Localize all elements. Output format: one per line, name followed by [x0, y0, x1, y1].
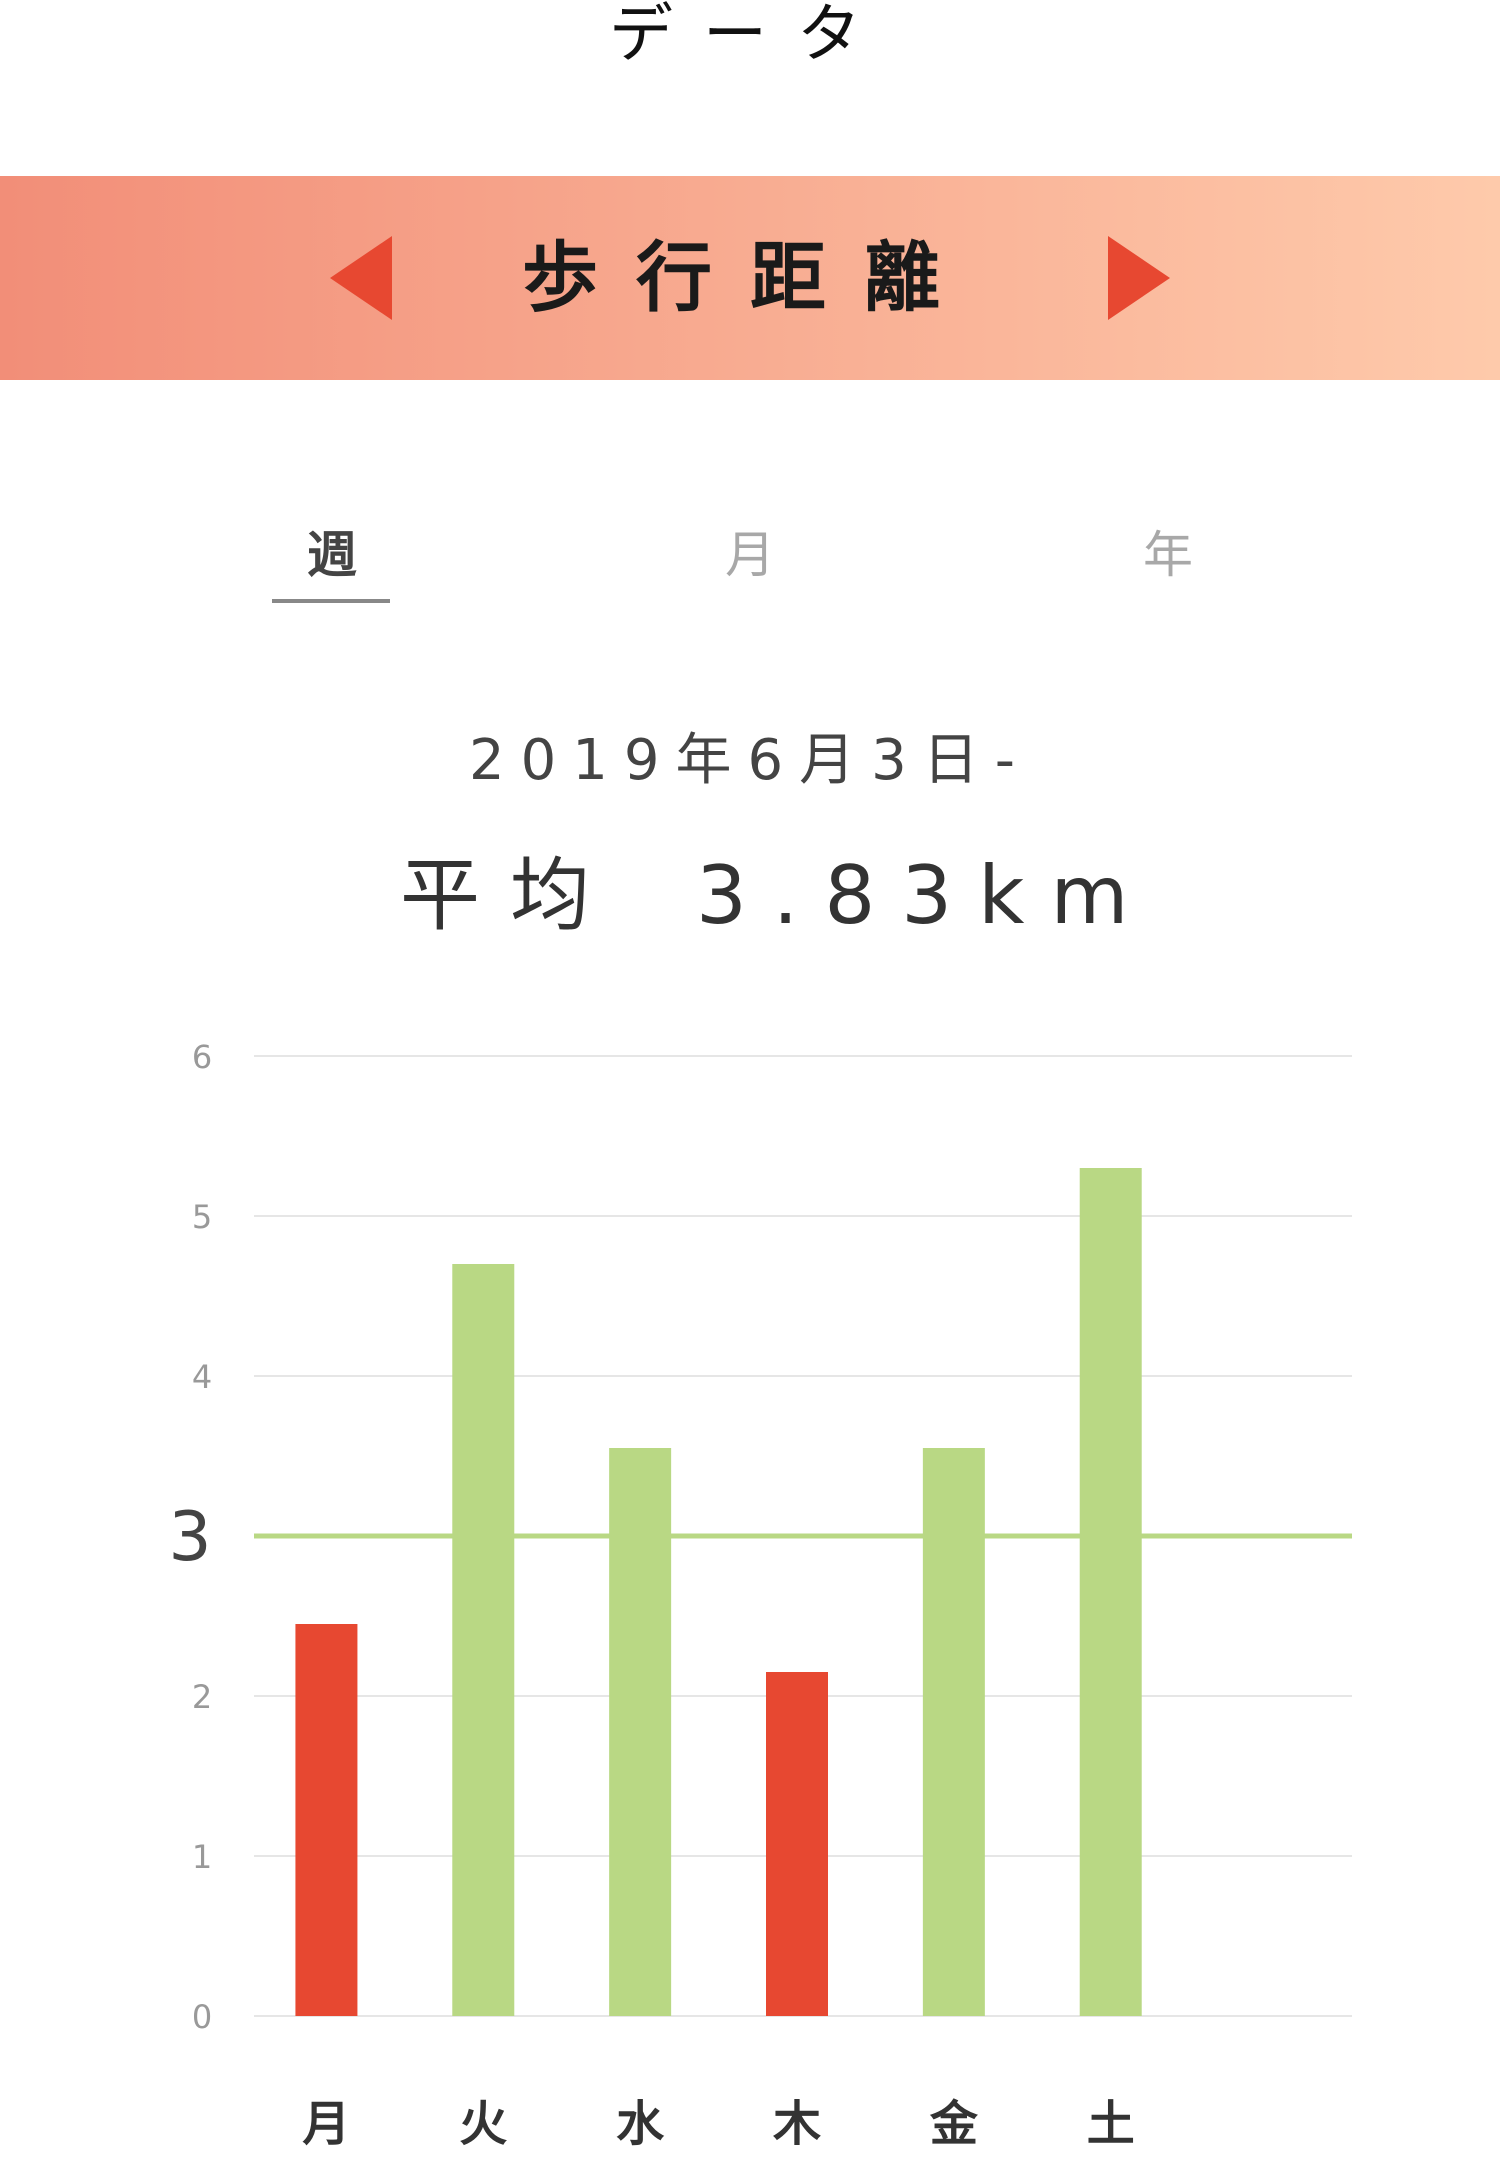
y-tick-label: 5	[192, 1198, 212, 1236]
bar	[452, 1264, 515, 2016]
average-value: 3.83km	[696, 849, 1155, 942]
x-tick-label: 火	[459, 2096, 507, 2152]
x-tick-label: 金	[929, 2096, 979, 2152]
triangle-right-icon[interactable]	[1108, 236, 1170, 320]
x-tick-label: 月	[302, 2096, 350, 2152]
bar	[295, 1624, 358, 2016]
y-tick-label: 6	[192, 1038, 212, 1076]
y-tick-label: 0	[192, 1998, 212, 2036]
tab-year[interactable]: 年	[1068, 520, 1268, 590]
bar	[1079, 1168, 1142, 2016]
tab-week[interactable]: 週	[232, 520, 432, 590]
bar	[766, 1672, 828, 2016]
weekly-distance-bar-chart: 0 1 2 4 5 6 月 火 水 木 金 土 3	[168, 1038, 1352, 2152]
bar	[609, 1448, 672, 2016]
y-tick-label: 1	[192, 1838, 212, 1876]
y-tick-label: 4	[192, 1358, 212, 1396]
threshold-label: 3	[168, 1498, 211, 1577]
x-tick-label: 水	[616, 2096, 665, 2152]
average-label: 平均	[400, 849, 620, 942]
y-tick-label: 2	[192, 1678, 212, 1716]
triangle-left-icon[interactable]	[330, 236, 392, 320]
metric-selector-bar: 歩行距離	[0, 176, 1500, 380]
date-range: 2019年6月3日-	[469, 728, 1031, 793]
tab-week-underline	[272, 599, 390, 603]
x-tick-label: 木	[773, 2096, 821, 2152]
bar	[922, 1448, 985, 2016]
tab-month[interactable]: 月	[650, 520, 850, 590]
page-title: データ	[609, 0, 891, 72]
x-tick-label: 土	[1087, 2096, 1135, 2152]
metric-title: 歩行距離	[522, 233, 978, 322]
